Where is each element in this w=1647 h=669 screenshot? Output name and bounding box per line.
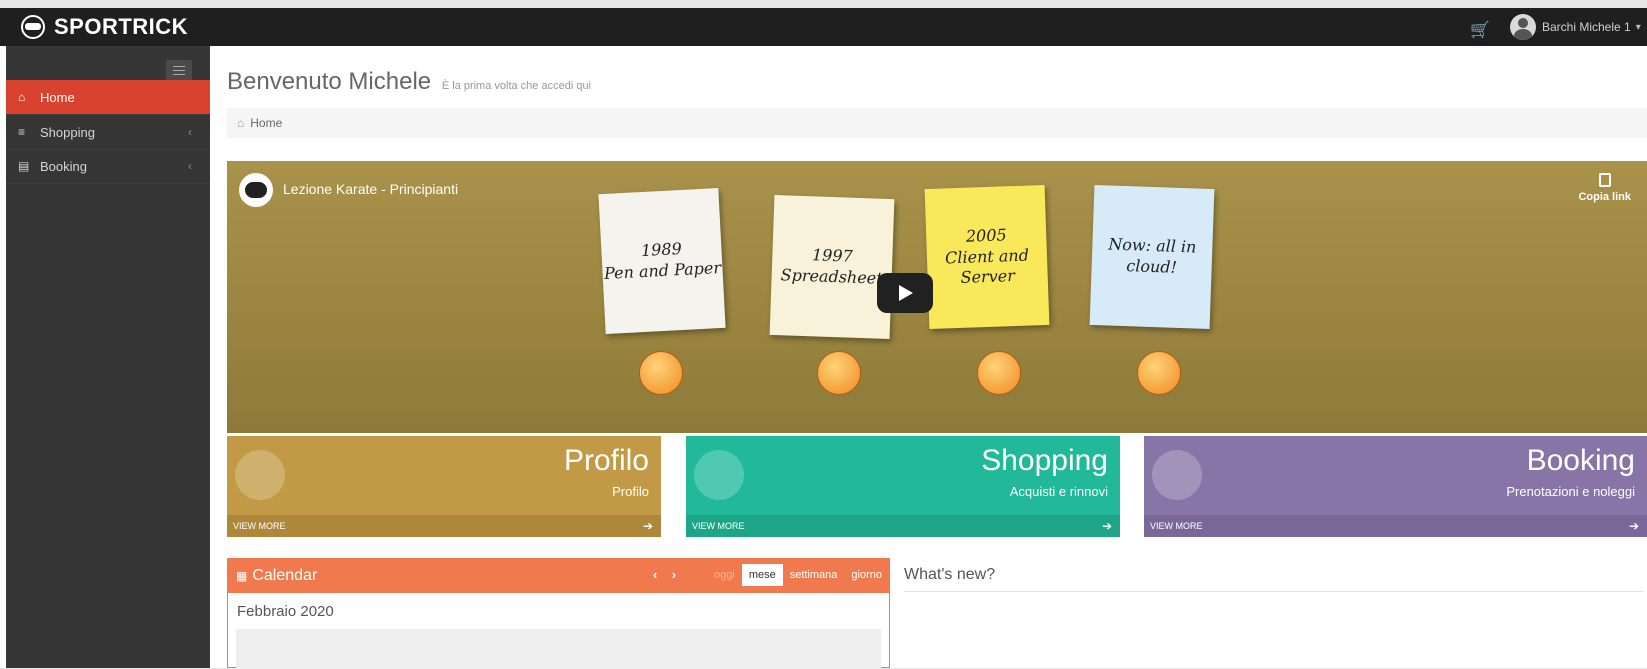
- tile-booking[interactable]: Booking Prenotazioni e noleggi VIEW MORE…: [1144, 436, 1647, 537]
- view-month-button[interactable]: mese: [741, 564, 783, 586]
- video-title[interactable]: Lezione Karate - Principianti: [283, 181, 458, 197]
- sidebar-toggle-button[interactable]: [166, 60, 192, 82]
- today-button[interactable]: oggi: [707, 564, 742, 586]
- logo-text: SPORTRICK: [54, 14, 189, 39]
- view-week-button[interactable]: settimana: [783, 564, 845, 586]
- home-icon: ⌂: [18, 90, 26, 104]
- page-title: Benvenuto Michele È la prima volta che a…: [227, 68, 591, 96]
- cart-icon: ≡: [18, 125, 26, 139]
- calendar-nav: ‹ ›: [653, 567, 676, 582]
- avatar: [1510, 14, 1536, 40]
- top-navbar: SPORTRICK 🛒 Barchi Michele 1 ▾: [0, 8, 1647, 46]
- calendar-month-title: Febbraio 2020: [237, 603, 334, 620]
- copy-icon: [1598, 173, 1611, 187]
- sidebar-item-label: Booking: [40, 158, 87, 174]
- tile-subtitle: Profilo: [612, 484, 649, 499]
- video-player[interactable]: Lezione Karate - Principianti Copia link…: [227, 161, 1647, 433]
- thumbnail-note: 2005 Client and Server: [924, 184, 1050, 330]
- logo[interactable]: SPORTRICK: [20, 12, 188, 42]
- user-menu[interactable]: Barchi Michele 1 ▾: [1510, 14, 1641, 40]
- sidebar: ⌂ Home ≡ Shopping ‹ ▤ Booking ‹: [6, 46, 210, 668]
- copy-link-button[interactable]: Copia link: [1578, 173, 1631, 203]
- page-title-text: Benvenuto Michele: [227, 68, 432, 95]
- page-subtitle: È la prima volta che accedi qui: [441, 80, 591, 92]
- thumbnail-note: 1989 Pen and Paper: [598, 187, 726, 335]
- arrow-right-circle-icon: ➔: [642, 519, 653, 533]
- chevron-down-icon: ▾: [1635, 21, 1641, 33]
- view-more-label: VIEW MORE: [692, 521, 745, 531]
- note-text: Pen and Paper: [603, 257, 722, 284]
- cart-icon: [694, 450, 744, 500]
- tile-profilo[interactable]: Profilo Profilo VIEW MORE ➔: [227, 436, 661, 537]
- sidebar-item-label: Home: [40, 89, 75, 105]
- prev-month-button[interactable]: ‹: [653, 567, 657, 582]
- arrow-right-circle-icon: ➔: [1628, 519, 1639, 533]
- calendar-icon: ▦: [236, 569, 248, 583]
- thumbnail-note: 1997 Spreadsheet: [769, 194, 895, 340]
- user-name: Barchi Michele 1: [1542, 20, 1631, 34]
- view-more-link[interactable]: VIEW MORE ➔: [1144, 515, 1647, 537]
- play-button[interactable]: [877, 273, 933, 313]
- breadcrumb: ⌂ Home: [227, 108, 1647, 138]
- note-text: Now: all in cloud!: [1108, 234, 1197, 277]
- note-year: 1989: [640, 239, 683, 261]
- tile-subtitle: Prenotazioni e noleggi: [1506, 484, 1635, 499]
- chevron-left-icon: ‹: [188, 159, 192, 173]
- breadcrumb-home[interactable]: Home: [250, 116, 282, 130]
- calendar-panel: ▦ Calendar ‹ › oggi mese settimana giorn…: [227, 558, 890, 669]
- user-icon: [235, 450, 285, 500]
- channel-logo-icon[interactable]: [239, 173, 273, 207]
- view-more-label: VIEW MORE: [233, 521, 286, 531]
- logo-icon: [21, 15, 45, 39]
- sidebar-item-home[interactable]: ⌂ Home: [6, 80, 210, 115]
- note-text: Client and Server: [944, 245, 1030, 288]
- note-text: Spreadsheet: [780, 265, 883, 288]
- sidebar-item-booking[interactable]: ▤ Booking ‹: [6, 149, 210, 184]
- tile-title: Profilo: [563, 444, 649, 477]
- app-window: SPORTRICK 🛒 Barchi Michele 1 ▾ ⌂ Home ≡ …: [0, 0, 1647, 669]
- calendar-grid[interactable]: [236, 629, 881, 669]
- view-more-link[interactable]: VIEW MORE ➔: [227, 515, 661, 537]
- view-more-link[interactable]: VIEW MORE ➔: [686, 515, 1120, 537]
- tile-title: Shopping: [981, 444, 1108, 477]
- note-year: 2005: [965, 225, 1007, 246]
- next-month-button[interactable]: ›: [672, 567, 676, 582]
- tile-subtitle: Acquisti e rinnovi: [1009, 484, 1108, 499]
- chevron-left-icon: ‹: [188, 125, 192, 139]
- calendar-view-buttons: oggi mese settimana giorno: [707, 564, 889, 586]
- thumbnail-note: Now: all in cloud!: [1089, 184, 1215, 330]
- arrow-right-circle-icon: ➔: [1101, 519, 1112, 533]
- cart-icon[interactable]: 🛒: [1470, 20, 1490, 40]
- calendar-title: Calendar: [252, 567, 318, 584]
- sidebar-item-label: Shopping: [40, 124, 95, 140]
- crying-face-icon: [977, 351, 1021, 395]
- sad-face-icon: [817, 351, 861, 395]
- view-day-button[interactable]: giorno: [844, 564, 889, 586]
- copy-link-label: Copia link: [1578, 191, 1631, 203]
- view-more-label: VIEW MORE: [1150, 521, 1203, 531]
- tile-title: Booking: [1526, 444, 1635, 477]
- book-icon: [1152, 450, 1202, 500]
- whats-new-title: What's new?: [904, 566, 996, 583]
- book-icon: ▤: [18, 159, 30, 173]
- sidebar-item-shopping[interactable]: ≡ Shopping ‹: [6, 115, 210, 150]
- note-year: 1997: [811, 245, 854, 266]
- happy-face-icon: [1137, 351, 1181, 395]
- home-icon: ⌂: [237, 116, 245, 130]
- main-content: Benvenuto Michele È la prima volta che a…: [210, 46, 1647, 669]
- whats-new-panel: What's new?: [904, 558, 1644, 592]
- angry-face-icon: [639, 351, 683, 395]
- tile-shopping[interactable]: Shopping Acquisti e rinnovi VIEW MORE ➔: [686, 436, 1120, 537]
